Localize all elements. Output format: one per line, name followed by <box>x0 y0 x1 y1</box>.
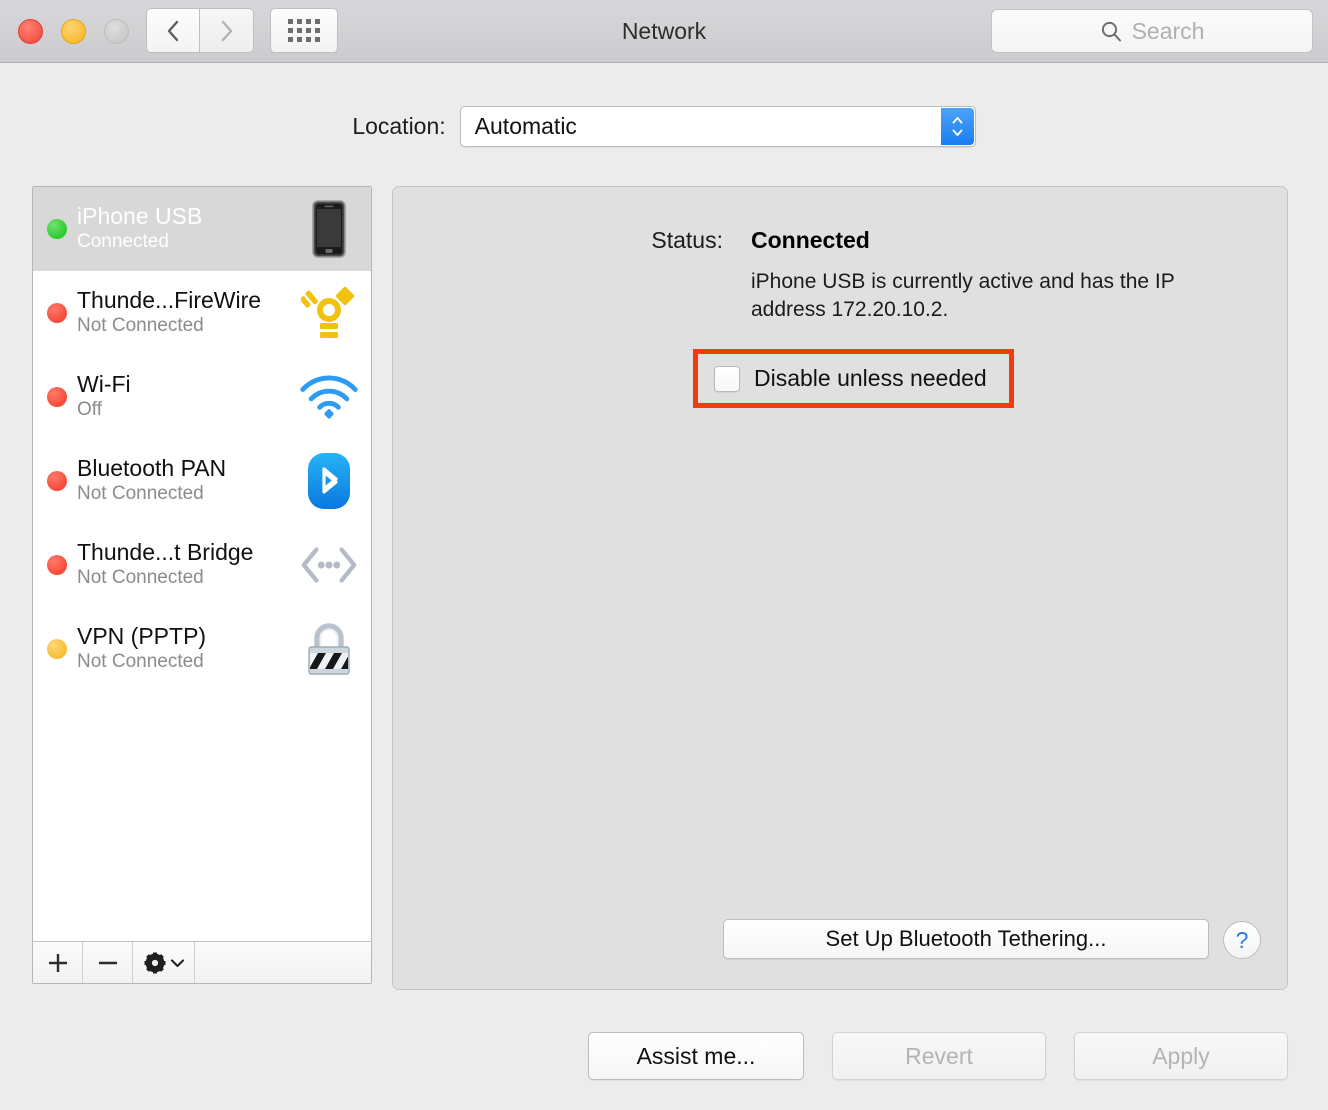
search-input[interactable]: Search <box>991 9 1313 53</box>
status-indicator <box>47 219 67 239</box>
service-name: Wi-Fi <box>77 371 131 398</box>
service-detail-panel: Status: Connected iPhone USB is currentl… <box>392 186 1288 990</box>
service-row-wifi[interactable]: Wi-Fi Off <box>33 355 371 439</box>
disable-unless-needed-annotation: Disable unless needed <box>693 349 1014 408</box>
status-label: Status: <box>651 227 723 253</box>
service-name: iPhone USB <box>77 203 203 230</box>
service-status: Off <box>77 399 102 420</box>
window-titlebar: Network Search <box>0 0 1328 63</box>
iphone-icon <box>299 200 359 258</box>
status-row: Status: Connected iPhone USB is currentl… <box>393 227 1287 323</box>
status-indicator <box>47 555 67 575</box>
status-indicator <box>47 471 67 491</box>
network-services-list[interactable]: iPhone USB Connected Thunde...FireWire N… <box>33 187 371 941</box>
status-indicator <box>47 387 67 407</box>
plus-icon <box>48 953 67 972</box>
revert-button: Revert <box>832 1032 1046 1080</box>
status-indicator <box>47 639 67 659</box>
chevron-down-icon <box>170 958 184 967</box>
search-placeholder: Search <box>1131 17 1205 44</box>
service-actions-button[interactable] <box>133 942 195 983</box>
thunderbolt-bridge-icon <box>299 544 359 586</box>
service-status: Not Connected <box>77 567 204 588</box>
vpn-lock-icon <box>299 620 359 678</box>
footer-actions: Assist me... Revert Apply <box>0 1032 1328 1080</box>
service-row-vpn-pptp[interactable]: VPN (PPTP) Not Connected <box>33 607 371 691</box>
gear-icon <box>144 952 165 973</box>
firewire-icon <box>299 286 359 340</box>
disable-unless-needed-label[interactable]: Disable unless needed <box>754 365 987 392</box>
wifi-icon <box>299 374 359 420</box>
location-selected-value: Automatic <box>474 113 577 139</box>
remove-service-button[interactable] <box>83 942 133 983</box>
location-label: Location: <box>352 113 446 139</box>
service-status: Not Connected <box>77 651 204 672</box>
disable-unless-needed-checkbox[interactable] <box>714 365 740 392</box>
popup-arrows-icon <box>940 108 974 145</box>
apply-button: Apply <box>1074 1032 1288 1080</box>
service-row-bluetooth-pan[interactable]: Bluetooth PAN Not Connected <box>33 439 371 523</box>
service-name: Bluetooth PAN <box>77 455 227 482</box>
service-row-iphone-usb[interactable]: iPhone USB Connected <box>33 187 371 271</box>
add-service-button[interactable] <box>33 942 83 983</box>
service-name: Thunde...t Bridge <box>77 539 254 566</box>
status-description: iPhone USB is currently active and has t… <box>751 270 1175 321</box>
service-status: Not Connected <box>77 315 204 336</box>
toolbar-filler <box>195 942 371 983</box>
location-select[interactable]: Automatic <box>459 106 976 147</box>
assist-me-button[interactable]: Assist me... <box>588 1032 804 1080</box>
minus-icon <box>98 961 117 964</box>
service-name: VPN (PPTP) <box>77 623 207 650</box>
status-indicator <box>47 303 67 323</box>
service-row-thunderbolt-firewire[interactable]: Thunde...FireWire Not Connected <box>33 271 371 355</box>
service-status: Not Connected <box>77 483 204 504</box>
service-list-toolbar <box>33 941 371 983</box>
bluetooth-icon <box>299 452 359 510</box>
help-button[interactable]: ? <box>1223 921 1261 959</box>
status-value: Connected <box>751 227 870 253</box>
service-status: Connected <box>77 231 169 252</box>
service-row-thunderbolt-bridge[interactable]: Thunde...t Bridge Not Connected <box>33 523 371 607</box>
set-up-bluetooth-tethering-button[interactable]: Set Up Bluetooth Tethering... <box>723 919 1209 959</box>
service-name: Thunde...FireWire <box>77 287 262 314</box>
location-row: Location: Automatic <box>0 106 1328 147</box>
network-services-sidebar: iPhone USB Connected Thunde...FireWire N… <box>32 186 372 984</box>
search-icon <box>1101 21 1121 42</box>
